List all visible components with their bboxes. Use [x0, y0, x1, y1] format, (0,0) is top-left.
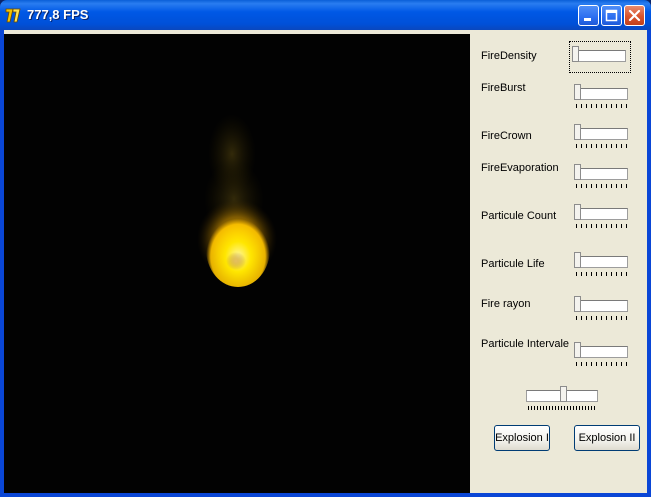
minimize-icon	[584, 18, 591, 21]
slider-thumb[interactable]	[574, 124, 581, 140]
particule-life-label: Particule Life	[481, 258, 545, 270]
slider-thumb[interactable]	[574, 342, 581, 358]
slider-thumb[interactable]	[574, 252, 581, 268]
slider-ticks	[576, 272, 628, 276]
fire-evaporation-slider[interactable]	[572, 160, 632, 190]
maximize-icon	[605, 9, 618, 22]
controls-panel: FireDensity FireBurst FireCrown FireEvap…	[470, 34, 647, 493]
fire-density-label: FireDensity	[481, 50, 537, 62]
slider-thumb[interactable]	[574, 204, 581, 220]
slider-thumb[interactable]	[574, 164, 581, 180]
slider-track	[576, 208, 628, 220]
slider-thumb[interactable]	[574, 84, 581, 100]
fire-crown-slider[interactable]	[572, 120, 632, 150]
fire-crown-label: FireCrown	[481, 130, 532, 142]
particule-life-slider[interactable]	[572, 248, 632, 278]
app-window: 777,8 FPS FireDensity FireBurst FireCrow…	[0, 0, 651, 497]
fire-particle-flame	[197, 114, 277, 287]
fire-burst-label: FireBurst	[481, 82, 526, 94]
particule-intervale-label: Particule Intervale	[481, 338, 570, 350]
slider-track	[576, 300, 628, 312]
slider-ticks	[576, 184, 628, 188]
fire-rayon-label: Fire rayon	[481, 298, 531, 310]
fire-evaporation-label: FireEvaporation	[481, 162, 559, 174]
slider-ticks	[576, 144, 628, 148]
slider-ticks	[576, 316, 628, 320]
explosion-2-button[interactable]: Explosion II	[574, 425, 640, 451]
title-bar[interactable]: 777,8 FPS	[0, 0, 651, 30]
particule-count-label: Particule Count	[481, 210, 557, 222]
fire-density-slider[interactable]	[569, 41, 631, 73]
fire-render-viewport[interactable]	[4, 34, 470, 493]
fire-rayon-slider[interactable]	[572, 292, 632, 322]
minimize-button[interactable]	[578, 5, 599, 26]
app-logo-icon	[5, 8, 21, 23]
slider-track	[576, 256, 628, 268]
slider-ticks	[528, 406, 596, 410]
slider-track	[574, 50, 626, 62]
explosion-1-button[interactable]: Explosion I	[494, 425, 550, 451]
slider-track	[576, 128, 628, 140]
slider-thumb[interactable]	[560, 386, 567, 402]
slider-ticks	[576, 362, 628, 366]
slider-thumb[interactable]	[572, 46, 579, 62]
particule-count-slider[interactable]	[572, 200, 632, 230]
slider-track	[576, 88, 628, 100]
close-icon	[628, 9, 641, 22]
particule-intervale-slider[interactable]	[572, 338, 632, 368]
slider-ticks	[576, 104, 628, 108]
slider-track	[576, 168, 628, 180]
maximize-button[interactable]	[601, 5, 622, 26]
slider-thumb[interactable]	[574, 296, 581, 312]
close-button[interactable]	[624, 5, 645, 26]
window-title: 777,8 FPS	[27, 7, 89, 22]
slider-track	[576, 346, 628, 358]
slider-ticks	[576, 224, 628, 228]
fire-burst-slider[interactable]	[572, 80, 632, 110]
balance-slider[interactable]	[524, 382, 600, 412]
